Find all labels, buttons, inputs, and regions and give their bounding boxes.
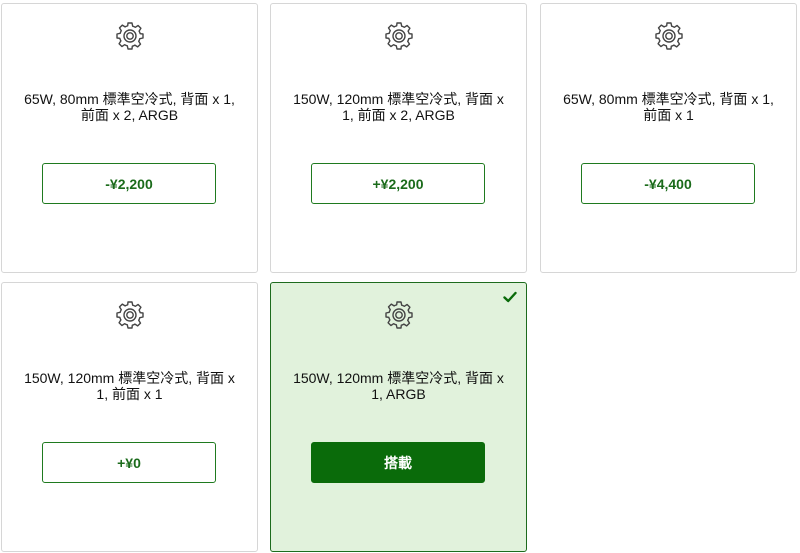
option-title: 150W, 120mm 標準空冷式, 背面 x 1, ARGB (293, 370, 504, 402)
price-select-button[interactable]: +¥2,200 (311, 163, 485, 204)
gear-icon (114, 20, 146, 52)
option-card[interactable]: 65W, 80mm 標準空冷式, 背面 x 1, 前面 x 2, ARGB -¥… (1, 3, 258, 273)
option-title: 150W, 120mm 標準空冷式, 背面 x 1, 前面 x 1 (24, 370, 235, 402)
option-title: 65W, 80mm 標準空冷式, 背面 x 1, 前面 x 1 (563, 91, 774, 123)
price-select-button[interactable]: -¥2,200 (42, 163, 216, 204)
option-card-selected[interactable]: 150W, 120mm 標準空冷式, 背面 x 1, ARGB 搭載 (270, 282, 527, 552)
price-select-button[interactable]: +¥0 (42, 442, 216, 483)
gear-icon (383, 299, 415, 331)
price-select-button[interactable]: -¥4,400 (581, 163, 755, 204)
option-card[interactable]: 150W, 120mm 標準空冷式, 背面 x 1, 前面 x 2, ARGB … (270, 3, 527, 273)
gear-icon (383, 20, 415, 52)
cooling-option-grid: 65W, 80mm 標準空冷式, 背面 x 1, 前面 x 2, ARGB -¥… (0, 0, 800, 553)
option-title: 65W, 80mm 標準空冷式, 背面 x 1, 前面 x 2, ARGB (24, 91, 235, 123)
checkmark-icon (503, 290, 517, 304)
gear-icon (114, 299, 146, 331)
option-card[interactable]: 65W, 80mm 標準空冷式, 背面 x 1, 前面 x 1 -¥4,400 (540, 3, 797, 273)
option-title: 150W, 120mm 標準空冷式, 背面 x 1, 前面 x 2, ARGB (293, 91, 504, 123)
option-card[interactable]: 150W, 120mm 標準空冷式, 背面 x 1, 前面 x 1 +¥0 (1, 282, 258, 552)
installed-button[interactable]: 搭載 (311, 442, 485, 483)
gear-icon (653, 20, 685, 52)
